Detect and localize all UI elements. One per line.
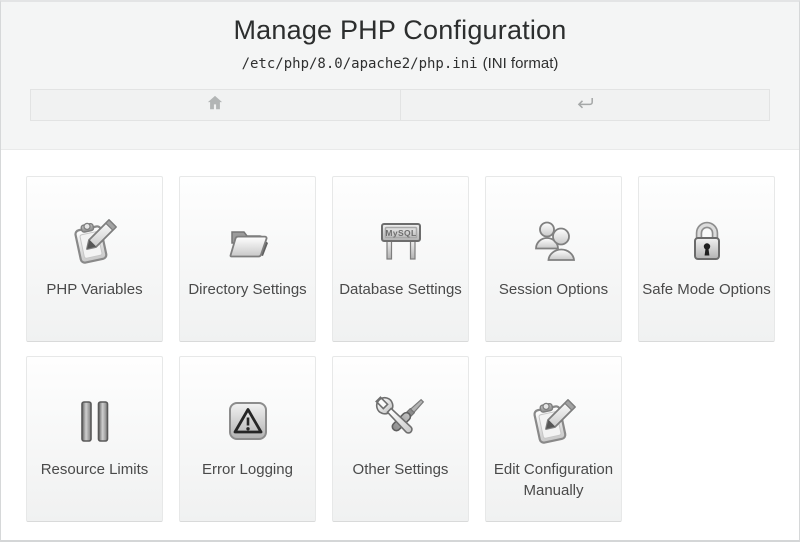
- card-label: Directory Settings: [180, 279, 315, 300]
- card-label: Other Settings: [333, 459, 468, 480]
- card-label: Edit Configuration Manually: [486, 459, 621, 501]
- module-grid: PHP Variables Directory Settings: [26, 176, 800, 536]
- tools-icon: [333, 395, 468, 447]
- config-file-path: /etc/php/8.0/apache2/php.ini: [242, 56, 478, 72]
- padlock-icon: [639, 215, 774, 267]
- card-database-settings[interactable]: MySQL Database Settings: [332, 176, 469, 342]
- clipboard-pencil-icon: [27, 215, 162, 267]
- card-label: Database Settings: [333, 279, 468, 300]
- folder-icon: [180, 215, 315, 267]
- home-button[interactable]: [31, 90, 400, 120]
- home-icon: [205, 93, 225, 118]
- pause-bars-icon: [27, 395, 162, 447]
- card-other-settings[interactable]: Other Settings: [332, 356, 469, 522]
- page-header: Manage PHP Configuration /etc/php/8.0/ap…: [1, 2, 799, 150]
- warning-button-icon: [180, 395, 315, 447]
- card-resource-limits[interactable]: Resource Limits: [26, 356, 163, 522]
- php-config-page: Manage PHP Configuration /etc/php/8.0/ap…: [0, 0, 800, 542]
- users-icon: [486, 215, 621, 267]
- toolbar: [30, 89, 770, 121]
- return-button[interactable]: [400, 90, 770, 120]
- card-label: PHP Variables: [27, 279, 162, 300]
- mysql-sign-icon: MySQL: [333, 215, 468, 267]
- card-php-variables[interactable]: PHP Variables: [26, 176, 163, 342]
- card-edit-configuration-manually[interactable]: Edit Configuration Manually: [485, 356, 622, 522]
- return-arrow-icon: [574, 94, 596, 117]
- card-label: Error Logging: [180, 459, 315, 480]
- card-safe-mode-options[interactable]: Safe Mode Options: [638, 176, 775, 342]
- config-format-note: (INI format): [483, 55, 559, 72]
- card-label: Session Options: [486, 279, 621, 300]
- card-label: Resource Limits: [27, 459, 162, 480]
- page-title: Manage PHP Configuration: [1, 15, 799, 46]
- mysql-sign-text: MySQL: [385, 228, 416, 238]
- card-session-options[interactable]: Session Options: [485, 176, 622, 342]
- config-file-subtitle: /etc/php/8.0/apache2/php.ini (INI format): [1, 55, 799, 72]
- clipboard-pencil-icon: [486, 395, 621, 447]
- main-content: PHP Variables Directory Settings: [1, 150, 799, 536]
- card-label: Safe Mode Options: [639, 279, 774, 300]
- card-directory-settings[interactable]: Directory Settings: [179, 176, 316, 342]
- card-error-logging[interactable]: Error Logging: [179, 356, 316, 522]
